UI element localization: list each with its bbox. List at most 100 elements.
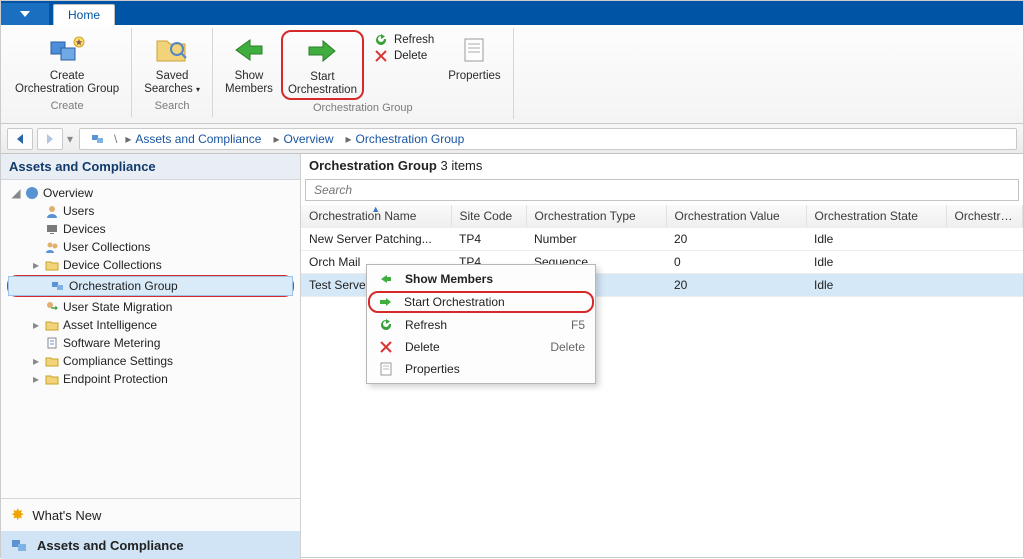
ctx-properties[interactable]: Properties <box>369 358 593 380</box>
column-header[interactable]: Orchestration Name▲ <box>301 205 451 228</box>
search-input[interactable] <box>312 182 1012 198</box>
tree-item-label: Devices <box>63 222 106 236</box>
ribbon-group-create-label: Create <box>51 98 84 115</box>
start-line1: Start <box>310 71 334 83</box>
create-orchestration-group-button[interactable]: ★ Create Orchestration Group <box>9 30 125 98</box>
bc-sub1[interactable]: Overview <box>283 132 333 146</box>
create-group-icon: ★ <box>49 32 85 68</box>
expand-caret-icon[interactable]: ◢ <box>11 186 21 200</box>
delete-x-icon <box>377 341 395 353</box>
tree-item-device-collections[interactable]: ▸ Device Collections <box>3 256 298 274</box>
ctx-properties-label: Properties <box>405 362 460 376</box>
delete-button[interactable]: Delete <box>370 49 436 63</box>
bc-sub2[interactable]: Orchestration Group <box>356 132 465 146</box>
expand-caret-icon[interactable]: ▸ <box>31 372 41 386</box>
refresh-button[interactable]: Refresh <box>370 32 436 48</box>
ctx-refresh[interactable]: Refresh F5 <box>369 314 593 336</box>
ctx-show-members[interactable]: Show Members <box>369 268 593 290</box>
search-box[interactable] <box>305 179 1019 201</box>
tree-item-orchestration-group[interactable]: Orchestration Group <box>9 277 292 295</box>
ctx-delete[interactable]: Delete Delete <box>369 336 593 358</box>
ctx-show-members-label: Show Members <box>405 272 493 286</box>
ctx-start-label: Start Orchestration <box>404 295 505 309</box>
saved-line2: Searches <box>144 83 193 95</box>
show-members-button[interactable]: Show Members <box>219 30 279 98</box>
cell: Idle <box>806 251 946 274</box>
whats-new-label: What's New <box>32 508 101 523</box>
content-pane: Orchestration Group 3 items Orchestratio… <box>301 154 1023 559</box>
refresh-icon <box>377 318 395 332</box>
tree-item-label: User State Migration <box>63 300 172 314</box>
cell: New Server Patching... <box>301 228 451 251</box>
properties-sheet-icon <box>377 362 395 376</box>
expand-caret-icon[interactable]: ▸ <box>31 354 41 368</box>
tree-item-label: Users <box>63 204 94 218</box>
file-menu-button[interactable] <box>1 3 49 25</box>
tree-item-label: User Collections <box>63 240 150 254</box>
cell: 20 <box>666 228 806 251</box>
column-header[interactable]: Orchestration State <box>806 205 946 228</box>
column-header[interactable]: Orchestration Value <box>666 205 806 228</box>
refresh-label: Refresh <box>394 34 434 46</box>
arrow-right-bold-icon <box>376 296 394 308</box>
tree-item-user-collections[interactable]: User Collections <box>3 238 298 256</box>
breadcrumb[interactable]: \ ▸Assets and Compliance ▸Overview ▸Orch… <box>79 128 1017 150</box>
breadcrumb-root-icon <box>86 132 110 146</box>
tree-item-compliance-settings[interactable]: ▸ Compliance Settings <box>3 352 298 370</box>
show-members-icon <box>231 32 267 68</box>
saved-line1: Saved <box>156 70 189 82</box>
sidebar-header: Assets and Compliance <box>1 154 300 180</box>
column-header[interactable]: Site Code <box>451 205 526 228</box>
cell: TP4 <box>451 228 526 251</box>
tree-item-label: Compliance Settings <box>63 354 173 368</box>
tree-item-label: Device Collections <box>63 258 162 272</box>
nav-forward-button[interactable] <box>37 128 63 150</box>
tree-item-endpoint-protection[interactable]: ▸Endpoint Protection <box>3 370 298 388</box>
assets-compliance-row[interactable]: Assets and Compliance <box>1 531 300 559</box>
tree-item-user-state-migration[interactable]: User State Migration <box>3 298 298 316</box>
cell <box>946 251 1023 274</box>
properties-button[interactable]: Properties <box>442 30 506 85</box>
cell <box>946 274 1023 297</box>
nav-tree[interactable]: ◢ Overview Users Devices User Collections ▸ De… <box>1 180 300 498</box>
whats-new-row[interactable]: ✸ What's New <box>1 499 300 531</box>
expand-caret-icon[interactable]: ▸ <box>31 258 41 272</box>
tree-icon <box>45 319 59 331</box>
ribbon: ★ Create Orchestration Group Create <box>1 25 1023 124</box>
tab-home[interactable]: Home <box>53 4 115 25</box>
start-orchestration-button[interactable]: Start Orchestration <box>281 30 364 100</box>
tree-icon <box>45 355 59 367</box>
tree-item-asset-intelligence[interactable]: ▸Asset Intelligence <box>3 316 298 334</box>
show-line2: Members <box>225 83 273 95</box>
tree-item-devices[interactable]: Devices <box>3 220 298 238</box>
table-row[interactable]: New Server Patching...TP4Number20Idle <box>301 228 1023 251</box>
column-header[interactable]: Orchestration Start T <box>946 205 1023 228</box>
column-header[interactable]: Orchestration Type <box>526 205 666 228</box>
ctx-start-orchestration[interactable]: Start Orchestration <box>368 291 594 313</box>
create-grp-line1: Create <box>50 70 85 82</box>
tree-icon <box>51 280 65 292</box>
tree-item-users[interactable]: Users <box>3 202 298 220</box>
nav-back-button[interactable] <box>7 128 33 150</box>
ctx-refresh-key: F5 <box>571 318 585 332</box>
nav-bar: ▾ \ ▸Assets and Compliance ▸Overview ▸Or… <box>1 124 1023 154</box>
saved-searches-button[interactable]: Saved Searches ▾ <box>138 30 206 98</box>
sidebar: Assets and Compliance ◢ Overview Users Devi… <box>1 154 301 559</box>
tree-item-software-metering[interactable]: Software Metering <box>3 334 298 352</box>
properties-label: Properties <box>448 70 500 82</box>
tree-icon <box>25 186 39 200</box>
show-line1: Show <box>235 70 264 82</box>
context-menu[interactable]: Show Members Start Orchestration Refresh… <box>366 264 596 384</box>
expand-caret-icon[interactable]: ▸ <box>31 318 41 332</box>
ribbon-group-search-label: Search <box>155 98 190 115</box>
ctx-delete-label: Delete <box>405 340 440 354</box>
content-header-name: Orchestration Group <box>309 158 437 173</box>
tree-item-overview[interactable]: ◢ Overview <box>3 184 298 202</box>
arrow-right-icon <box>377 273 395 285</box>
tree-item-label: Overview <box>43 186 93 200</box>
svg-text:★: ★ <box>76 38 84 47</box>
ribbon-group-orchestration: Show Members Start Orchestration <box>213 28 514 119</box>
content-header-count: 3 items <box>440 158 482 173</box>
bc-root[interactable]: Assets and Compliance <box>135 132 261 146</box>
cell: 20 <box>666 274 806 297</box>
